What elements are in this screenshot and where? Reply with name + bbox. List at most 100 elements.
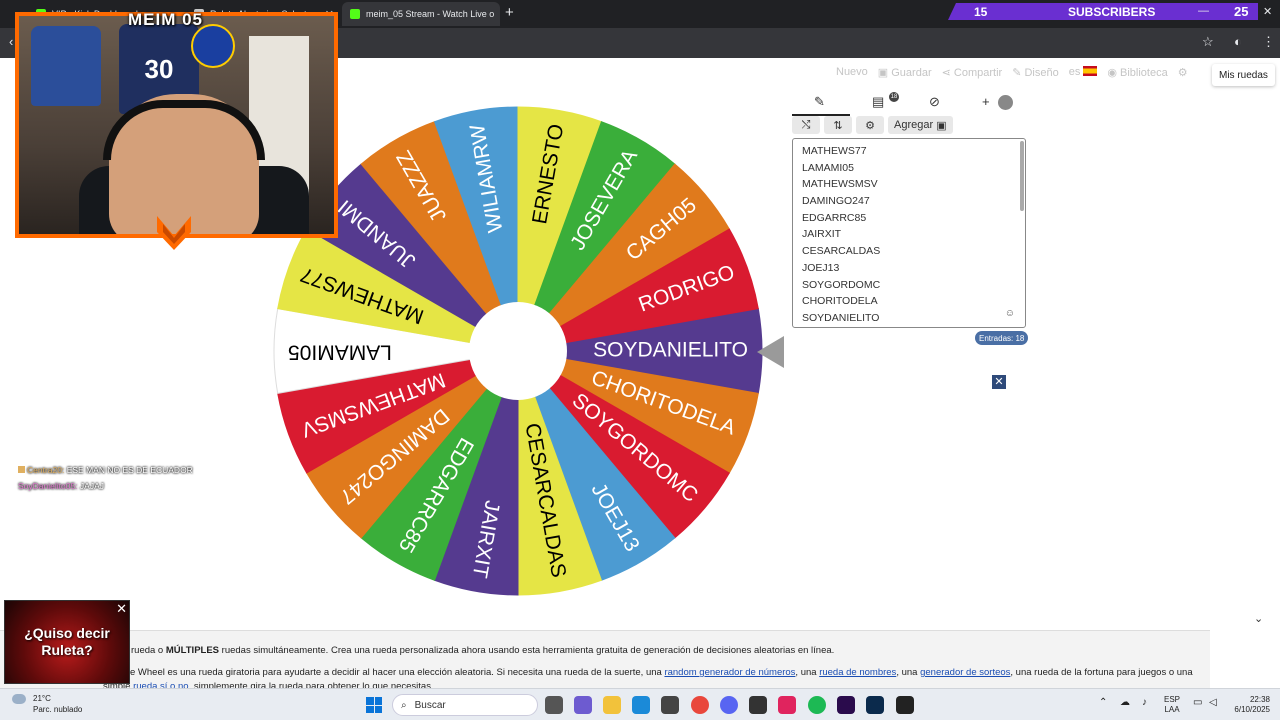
store-icon[interactable] xyxy=(661,696,679,714)
biblioteca-button[interactable]: ◉ Biblioteca xyxy=(1107,66,1167,79)
ad-text-line: ¿Quiso decir xyxy=(24,625,110,641)
search-label: Buscar xyxy=(414,699,446,711)
add-image-button[interactable]: Agregar ▣ xyxy=(888,116,953,134)
premiere-icon[interactable] xyxy=(837,696,855,714)
desc-text: e Wheel es una rueda giratoria para ayud… xyxy=(130,667,665,678)
chat-message: SoyDanielito05: JAJAJ xyxy=(18,478,193,494)
cloud-sync-icon[interactable]: ☁ xyxy=(1120,698,1130,708)
entry-item[interactable]: SOYDANIELITO xyxy=(802,310,1025,327)
input-language[interactable]: ESP LAA xyxy=(1164,695,1180,715)
pencil-icon: ✎ xyxy=(1012,67,1025,79)
redbull-logo-image xyxy=(191,24,235,68)
clock[interactable]: 22:38 6/10/2025 xyxy=(1226,695,1270,715)
screen: VIP - Kick Dashboard Ruleta Aleatoria - … xyxy=(0,0,1280,720)
close-ad-button[interactable]: ✕ xyxy=(992,375,1006,389)
photoshop-icon[interactable] xyxy=(866,696,884,714)
emoji-icon[interactable]: ☺ xyxy=(1005,308,1015,319)
entries-scrollbar[interactable] xyxy=(1020,141,1024,211)
back-icon[interactable]: ‹ xyxy=(9,34,13,49)
entry-item[interactable]: CHORITODELA xyxy=(802,293,1025,310)
entry-item[interactable]: CESARCALDAS xyxy=(802,243,1025,260)
compartir-label: Compartir xyxy=(953,67,1003,79)
chrome-icon[interactable] xyxy=(691,696,709,714)
taskbar-search[interactable]: ⌕ Buscar xyxy=(392,694,538,716)
subscribers-label: SUBSCRIBERS xyxy=(1068,5,1156,19)
entry-settings-button[interactable]: ⚙ xyxy=(856,116,884,134)
menu-dots-icon[interactable]: ⋮ xyxy=(1262,34,1275,50)
temperature: 21°C xyxy=(33,694,51,703)
sort-button[interactable]: ⇅ xyxy=(824,116,852,134)
edit-pencil-icon[interactable]: ✎ xyxy=(814,94,825,110)
capcut-icon[interactable] xyxy=(896,696,914,714)
page-description: rueda o MÚLTIPLES ruedas simultáneamente… xyxy=(0,630,1210,692)
profile-icon[interactable]: ◐ xyxy=(1234,34,1242,49)
network-icon[interactable]: ▭ xyxy=(1193,698,1202,708)
weather-condition: Parc. nublado xyxy=(33,705,83,714)
new-tab-button[interactable]: + xyxy=(505,4,514,21)
discord-icon[interactable] xyxy=(720,696,738,714)
spin-wheel[interactable]: SOYDANIELITOCHORITODELASOYGORDOMCJOEJ13C… xyxy=(270,106,770,606)
add-wheel-icon[interactable]: + xyxy=(982,94,990,109)
copilot-icon[interactable] xyxy=(574,696,592,714)
stream-chat-overlay: Centra20: ESE MAN NO ES DE ECUADOR SoyDa… xyxy=(18,462,193,494)
compartir-button[interactable]: ⋖ Compartir xyxy=(942,66,1003,79)
edge-icon[interactable] xyxy=(632,696,650,714)
wheel-center[interactable] xyxy=(469,302,567,400)
windows-start-icon[interactable] xyxy=(366,697,382,713)
chat-badge-icon xyxy=(18,466,25,473)
share-icon: ⋖ xyxy=(941,67,954,79)
entry-item[interactable]: SOYGORDOMC xyxy=(802,277,1025,294)
roulette-ad[interactable]: ¿Quiso decir Ruleta? ✕ xyxy=(4,600,130,684)
chevron-down-icon[interactable]: ⌄ xyxy=(1254,612,1263,625)
tiktok-icon[interactable] xyxy=(778,696,796,714)
results-badge: 18 xyxy=(889,92,899,102)
entry-item[interactable]: LAMAMI05 xyxy=(802,160,1025,177)
guardar-label: Guardar xyxy=(891,67,932,79)
settings-icon[interactable]: ⚙ xyxy=(1178,66,1188,79)
shuffle-button[interactable]: ⤭ xyxy=(792,116,820,134)
minimize-icon[interactable]: — xyxy=(1198,5,1209,17)
image-icon: ▣ xyxy=(936,119,947,132)
desc-text: , una xyxy=(795,667,820,678)
tab-meim-stream[interactable]: meim_05 Stream - Watch Live o xyxy=(342,2,500,26)
entries-textarea[interactable]: MATHEWS77 LAMAMI05 MATHEWSMSV DAMINGO247 EDG… xyxy=(792,138,1026,328)
volume-icon[interactable]: ◁ xyxy=(1209,698,1217,708)
entry-item[interactable]: JAIRXIT xyxy=(802,226,1025,243)
jersey-image xyxy=(31,26,101,106)
panel-tabs: ✎ ▤ ⊘ + xyxy=(792,92,1026,116)
close-window-icon[interactable]: ✕ xyxy=(1263,5,1272,18)
obs-icon[interactable] xyxy=(749,696,767,714)
windows-taskbar: 21°C Parc. nublado ⌕ Buscar ⌃ ☁ ♪ ESP LA… xyxy=(0,688,1280,720)
hide-eye-icon[interactable]: ⊘ xyxy=(929,94,940,110)
entry-item[interactable]: JOEJ13 xyxy=(802,260,1025,277)
entry-item[interactable]: MATHEWSMSV xyxy=(802,176,1025,193)
name-wheel-link[interactable]: rueda de nombres xyxy=(819,667,896,678)
task-view-icon[interactable] xyxy=(545,696,563,714)
raffle-generator-link[interactable]: generador de sorteos xyxy=(920,667,1010,678)
weather-widget[interactable]: 21°C Parc. nublado xyxy=(12,693,82,714)
bookmark-star-icon[interactable]: ☆ xyxy=(1202,34,1214,50)
nuevo-button[interactable]: Nuevo xyxy=(836,66,868,79)
add-label: Agregar xyxy=(894,119,934,131)
language-selector[interactable]: es xyxy=(1069,66,1098,79)
entry-item[interactable]: DAMINGO247 xyxy=(802,193,1025,210)
spotify-icon[interactable] xyxy=(808,696,826,714)
diseno-button[interactable]: ✎ Diseño xyxy=(1012,66,1059,79)
file-explorer-icon[interactable] xyxy=(603,696,621,714)
close-icon[interactable]: ✕ xyxy=(116,601,127,617)
ad-text-line: Ruleta? xyxy=(41,642,93,658)
desc-text: , una rueda de la fortuna para juegos o … xyxy=(1010,667,1193,678)
entry-item[interactable]: MATHEWS77 xyxy=(802,143,1025,160)
guardar-button[interactable]: ▣ Guardar xyxy=(878,66,932,79)
lang-layout: LAA xyxy=(1164,705,1180,714)
entry-item[interactable]: EDGARRC85 xyxy=(802,210,1025,227)
description-line-2: e Wheel es una rueda giratoria para ayud… xyxy=(130,667,1193,678)
results-icon[interactable]: ▤ xyxy=(872,94,884,110)
mis-ruedas-button[interactable]: Mis ruedas xyxy=(1212,64,1275,86)
m-logo-icon xyxy=(157,216,191,250)
tray-chevron-icon[interactable]: ⌃ xyxy=(1099,698,1107,708)
folder-icon: ▣ xyxy=(877,67,892,79)
wheel-thumb-icon[interactable] xyxy=(998,95,1013,110)
random-number-link[interactable]: random generador de números xyxy=(664,667,795,678)
microphone-icon[interactable]: ♪ xyxy=(1142,698,1147,708)
